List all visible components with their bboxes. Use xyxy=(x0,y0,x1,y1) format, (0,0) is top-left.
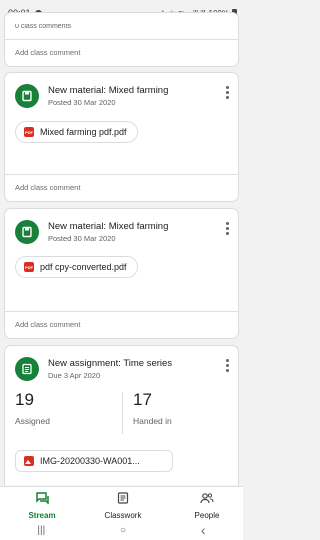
people-icon xyxy=(200,493,214,504)
tab-label: Stream xyxy=(28,511,56,520)
bottom-navigation: Stream Classwork People xyxy=(0,486,243,520)
assignment-stats: 19 Assigned 17 Handed in xyxy=(5,390,238,440)
more-options-icon[interactable] xyxy=(226,222,230,235)
material-icon xyxy=(15,220,39,244)
material-icon xyxy=(15,84,39,108)
tab-people[interactable]: People xyxy=(177,491,237,520)
add-class-comment[interactable]: Add class comment xyxy=(5,39,238,66)
post-title: New assignment: Time series xyxy=(48,358,173,369)
home-button[interactable]: ○ xyxy=(120,525,126,536)
handed-in-label: Handed in xyxy=(133,416,172,426)
comment-count-partial: 0 class comments xyxy=(15,24,72,30)
tab-classwork[interactable]: Classwork xyxy=(93,491,153,520)
stream-icon xyxy=(36,492,49,505)
post-date: Posted 30 Mar 2020 xyxy=(48,234,116,243)
attachment-name: pdf cpy-converted.pdf xyxy=(40,262,127,272)
post-date: Due 3 Apr 2020 xyxy=(48,371,101,380)
classwork-icon xyxy=(117,492,129,504)
tab-label: People xyxy=(194,511,220,520)
tab-stream[interactable]: Stream xyxy=(12,491,72,520)
assigned-count: 19 xyxy=(15,390,34,409)
attachment-chip[interactable]: IMG-20200330-WA001... xyxy=(15,450,173,472)
pdf-icon: PDF xyxy=(24,262,34,272)
assigned-stat[interactable]: 19 Assigned xyxy=(15,390,125,426)
assignment-icon xyxy=(15,357,39,381)
stream-card-material[interactable]: New material: Mixed farming Posted 30 Ma… xyxy=(4,72,239,202)
back-button[interactable]: ‹ xyxy=(201,522,206,538)
add-class-comment[interactable]: Add class comment xyxy=(5,311,238,338)
attachment-name: IMG-20200330-WA001... xyxy=(40,456,140,466)
post-title: New material: Mixed farming xyxy=(48,221,169,232)
more-options-icon[interactable] xyxy=(226,359,230,372)
handed-in-stat[interactable]: 17 Handed in xyxy=(133,390,243,426)
image-icon xyxy=(24,456,34,466)
attachment-name: Mixed farming pdf.pdf xyxy=(40,127,127,137)
attachment-chip[interactable]: PDF pdf cpy-converted.pdf xyxy=(15,256,138,278)
post-title: New material: Mixed farming xyxy=(48,85,169,96)
stream-card-assignment[interactable]: New assignment: Time series Due 3 Apr 20… xyxy=(4,345,239,485)
attachment-chip[interactable]: PDF Mixed farming pdf.pdf xyxy=(15,121,138,143)
system-navigation-bar: ||| ○ ‹ xyxy=(0,520,243,540)
more-options-icon[interactable] xyxy=(226,86,230,99)
stream-card-previous: 0 class comments Add class comment xyxy=(4,12,239,67)
assigned-label: Assigned xyxy=(15,416,50,426)
pdf-icon: PDF xyxy=(24,127,34,137)
recents-button[interactable]: ||| xyxy=(37,525,45,536)
tab-label: Classwork xyxy=(104,511,142,520)
add-class-comment[interactable]: Add class comment xyxy=(5,174,238,201)
stats-divider xyxy=(122,392,123,434)
stream-card-material[interactable]: New material: Mixed farming Posted 30 Ma… xyxy=(4,208,239,339)
handed-in-count: 17 xyxy=(133,390,152,409)
post-date: Posted 30 Mar 2020 xyxy=(48,98,116,107)
